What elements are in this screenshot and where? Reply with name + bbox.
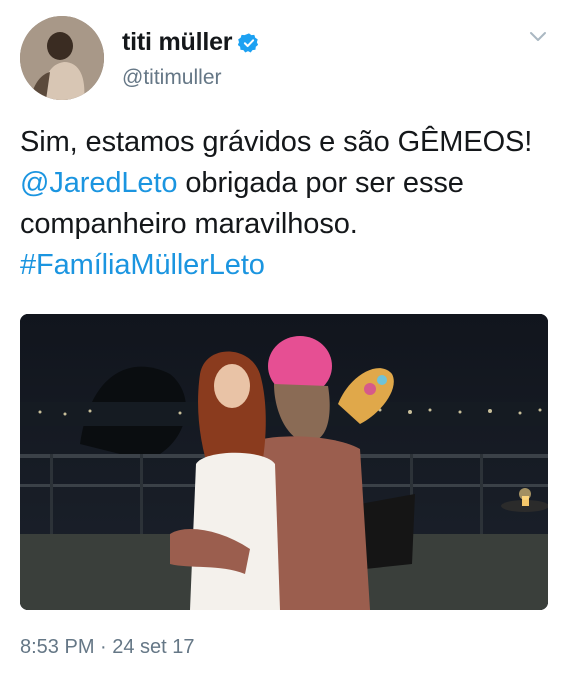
verified-badge-icon	[238, 32, 260, 54]
chevron-down-icon[interactable]	[528, 30, 548, 44]
tweet-photo[interactable]	[20, 314, 548, 610]
mention-link[interactable]: @JaredLeto	[20, 167, 178, 199]
tweet-card: titi müller @titimuller Sim, estamos grá…	[0, 0, 568, 680]
avatar-image	[20, 16, 104, 100]
timestamp[interactable]: 8:53 PM · 24 set 17	[20, 636, 195, 659]
hashtag-link[interactable]: #FamíliaMüllerLeto	[20, 249, 265, 281]
author-name-row: titi müller	[122, 28, 260, 57]
avatar[interactable]	[20, 16, 104, 100]
photo-image	[20, 314, 548, 610]
handle[interactable]: @titimuller	[122, 66, 222, 90]
display-name[interactable]: titi müller	[122, 28, 233, 57]
tweet-text: Sim, estamos grávidos e são GÊMEOS! @Jar…	[20, 122, 550, 286]
tweet-text-part: Sim, estamos grávidos e são GÊMEOS!	[20, 126, 533, 158]
